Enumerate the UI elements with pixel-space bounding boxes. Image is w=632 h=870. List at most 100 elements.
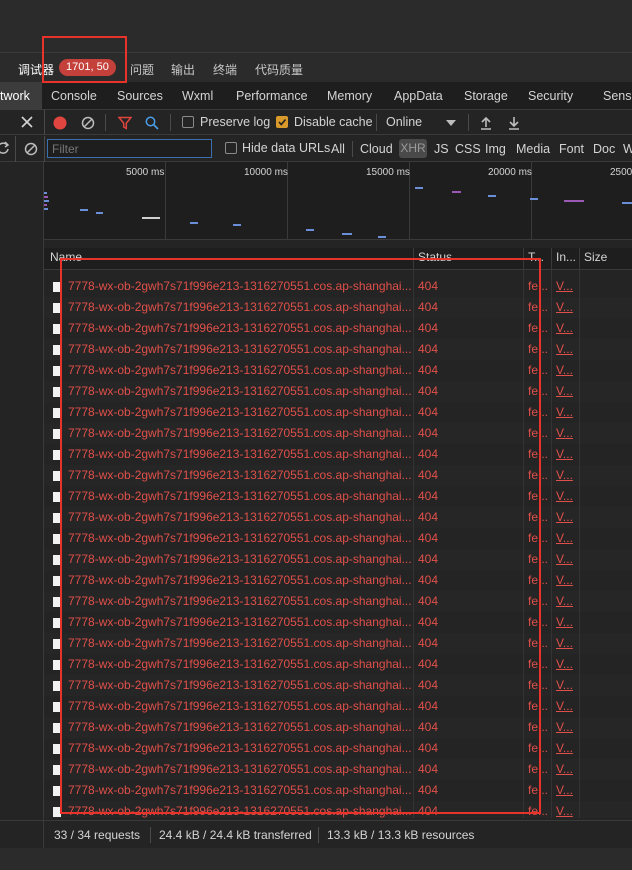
column-divider[interactable]	[579, 248, 580, 270]
column-divider[interactable]	[413, 248, 414, 270]
table-row[interactable]: 7778-wx-ob-2gwh7s71f996e213-1316270551.c…	[44, 486, 632, 507]
request-initiator-link[interactable]: V...	[556, 615, 573, 629]
request-initiator-link[interactable]: V...	[556, 636, 573, 650]
table-row[interactable]: 7778-wx-ob-2gwh7s71f996e213-1316270551.c…	[44, 738, 632, 759]
tab-appdata[interactable]: AppData	[394, 89, 443, 103]
request-initiator-link[interactable]: V...	[556, 384, 573, 398]
throttling-select[interactable]: Online	[386, 115, 422, 129]
record-icon[interactable]	[53, 116, 67, 130]
request-initiator-link[interactable]: V...	[556, 594, 573, 608]
table-row[interactable]: 7778-wx-ob-2gwh7s71f996e213-1316270551.c…	[44, 549, 632, 570]
hide-data-urls-checkbox[interactable]	[225, 142, 237, 154]
tab-performance[interactable]: Performance	[236, 89, 308, 103]
request-initiator-link[interactable]: V...	[556, 300, 573, 314]
table-row[interactable]: 7778-wx-ob-2gwh7s71f996e213-1316270551.c…	[44, 381, 632, 402]
table-row[interactable]: 7778-wx-ob-2gwh7s71f996e213-1316270551.c…	[44, 423, 632, 444]
table-row[interactable]: 7778-wx-ob-2gwh7s71f996e213-1316270551.c…	[44, 780, 632, 801]
filter-type-img[interactable]: Img	[485, 142, 506, 156]
request-initiator-link[interactable]: V...	[556, 783, 573, 797]
request-initiator-link[interactable]: V...	[556, 573, 573, 587]
request-initiator-link[interactable]: V...	[556, 804, 573, 818]
column-header-name[interactable]: Name	[50, 250, 82, 264]
request-initiator-link[interactable]: V...	[556, 741, 573, 755]
filter-type-doc[interactable]: Doc	[593, 142, 615, 156]
request-initiator-link[interactable]: V...	[556, 510, 573, 524]
tab-terminal[interactable]: 终端	[213, 61, 237, 78]
table-row[interactable]: 7778-wx-ob-2gwh7s71f996e213-1316270551.c…	[44, 402, 632, 423]
filter-type-font[interactable]: Font	[559, 142, 584, 156]
table-row[interactable]: 7778-wx-ob-2gwh7s71f996e213-1316270551.c…	[44, 675, 632, 696]
column-header-initiator[interactable]: In...	[556, 250, 576, 264]
network-overview-timeline[interactable]: 5000 ms 10000 ms 15000 ms 20000 ms 2500	[44, 162, 632, 240]
filter-icon[interactable]	[118, 116, 132, 130]
tab-sources[interactable]: Sources	[117, 89, 163, 103]
tab-code-quality[interactable]: 代码质量	[255, 61, 303, 78]
table-row[interactable]: 7778-wx-ob-2gwh7s71f996e213-1316270551.c…	[44, 570, 632, 591]
table-row[interactable]: 7778-wx-ob-2gwh7s71f996e213-1316270551.c…	[44, 297, 632, 318]
table-row[interactable]: 7778-wx-ob-2gwh7s71f996e213-1316270551.c…	[44, 360, 632, 381]
table-row[interactable]: 7778-wx-ob-2gwh7s71f996e213-1316270551.c…	[44, 591, 632, 612]
tab-output[interactable]: 输出	[171, 61, 195, 78]
tab-sensors[interactable]: Senso	[603, 89, 632, 103]
tab-memory[interactable]: Memory	[327, 89, 372, 103]
table-row[interactable]: 7778-wx-ob-2gwh7s71f996e213-1316270551.c…	[44, 276, 632, 297]
filter-type-ws[interactable]: W	[623, 142, 632, 156]
filter-type-all[interactable]: All	[331, 142, 345, 156]
block-icon[interactable]	[24, 142, 38, 156]
request-initiator-link[interactable]: V...	[556, 279, 573, 293]
request-initiator-link[interactable]: V...	[556, 426, 573, 440]
column-header-size[interactable]: Size	[584, 250, 607, 264]
table-row[interactable]: 7778-wx-ob-2gwh7s71f996e213-1316270551.c…	[44, 444, 632, 465]
export-har-icon[interactable]	[507, 115, 521, 130]
request-initiator-link[interactable]: V...	[556, 321, 573, 335]
request-initiator-link[interactable]: V...	[556, 531, 573, 545]
table-row[interactable]: 7778-wx-ob-2gwh7s71f996e213-1316270551.c…	[44, 339, 632, 360]
request-initiator-link[interactable]: V...	[556, 699, 573, 713]
column-header-type[interactable]: T...	[528, 250, 544, 264]
filter-type-cloud[interactable]: Cloud	[360, 142, 393, 156]
request-initiator-link[interactable]: V...	[556, 762, 573, 776]
request-initiator-link[interactable]: V...	[556, 405, 573, 419]
table-row[interactable]: 7778-wx-ob-2gwh7s71f996e213-1316270551.c…	[44, 633, 632, 654]
filter-type-js[interactable]: JS	[434, 142, 449, 156]
table-row[interactable]: 7778-wx-ob-2gwh7s71f996e213-1316270551.c…	[44, 654, 632, 675]
request-initiator-link[interactable]: V...	[556, 489, 573, 503]
table-row[interactable]: 7778-wx-ob-2gwh7s71f996e213-1316270551.c…	[44, 759, 632, 780]
tab-security[interactable]: Security	[528, 89, 573, 103]
request-initiator-link[interactable]: V...	[556, 657, 573, 671]
tab-storage[interactable]: Storage	[464, 89, 508, 103]
column-header-status[interactable]: Status	[418, 250, 452, 264]
clear-icon[interactable]	[81, 116, 95, 130]
search-icon[interactable]	[145, 116, 159, 130]
request-initiator-link[interactable]: V...	[556, 363, 573, 377]
filter-type-xhr[interactable]: XHR	[399, 139, 427, 158]
tab-debugger[interactable]: 调试器	[18, 61, 54, 78]
table-row[interactable]: 7778-wx-ob-2gwh7s71f996e213-1316270551.c…	[44, 801, 632, 818]
table-row[interactable]: 7778-wx-ob-2gwh7s71f996e213-1316270551.c…	[44, 717, 632, 738]
request-initiator-link[interactable]: V...	[556, 342, 573, 356]
column-divider[interactable]	[523, 248, 524, 270]
request-initiator-link[interactable]: V...	[556, 468, 573, 482]
filter-input[interactable]	[47, 139, 212, 158]
request-initiator-link[interactable]: V...	[556, 447, 573, 461]
column-divider[interactable]	[551, 248, 552, 270]
preserve-log-checkbox[interactable]	[182, 116, 194, 128]
tab-network[interactable]: twork	[0, 82, 42, 110]
import-har-icon[interactable]	[479, 115, 493, 130]
table-row[interactable]: 7778-wx-ob-2gwh7s71f996e213-1316270551.c…	[44, 465, 632, 486]
close-icon[interactable]	[21, 116, 33, 128]
table-row[interactable]: 7778-wx-ob-2gwh7s71f996e213-1316270551.c…	[44, 528, 632, 549]
filter-type-media[interactable]: Media	[516, 142, 550, 156]
request-initiator-link[interactable]: V...	[556, 552, 573, 566]
refresh-icon[interactable]	[0, 141, 10, 155]
table-row[interactable]: 7778-wx-ob-2gwh7s71f996e213-1316270551.c…	[44, 507, 632, 528]
disable-cache-checkbox[interactable]	[276, 116, 288, 128]
request-initiator-link[interactable]: V...	[556, 678, 573, 692]
filter-type-css[interactable]: CSS	[455, 142, 481, 156]
tab-issues[interactable]: 问题	[130, 61, 154, 78]
request-initiator-link[interactable]: V...	[556, 720, 573, 734]
caret-down-icon[interactable]	[446, 120, 456, 126]
tab-console[interactable]: Console	[51, 89, 97, 103]
table-row[interactable]: 7778-wx-ob-2gwh7s71f996e213-1316270551.c…	[44, 318, 632, 339]
table-row[interactable]: 7778-wx-ob-2gwh7s71f996e213-1316270551.c…	[44, 696, 632, 717]
